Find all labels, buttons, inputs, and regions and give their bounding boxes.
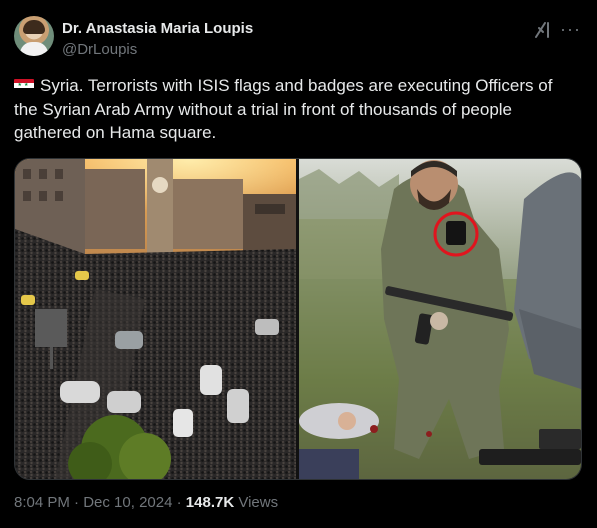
author-name[interactable]: Dr. Anastasia Maria Loupis	[62, 20, 253, 37]
avatar-hair	[23, 20, 45, 34]
tweet-text: Syria. Terrorists with ISIS flags and ba…	[14, 76, 553, 142]
tweet-body: ★★ Syria. Terrorists with ISIS flags and…	[14, 74, 579, 145]
author-handle[interactable]: @DrLoupis	[62, 41, 137, 58]
avatar-coat	[20, 42, 48, 56]
author-avatar[interactable]	[14, 16, 54, 56]
syria-flag-icon: ★★	[14, 79, 34, 92]
armed-fighter-with-badge-photo[interactable]	[299, 159, 581, 479]
crowd-in-square-photo[interactable]	[15, 159, 296, 479]
tweet-time[interactable]: 8:04 PM	[14, 494, 70, 511]
grok-icon[interactable]	[533, 20, 553, 40]
meta-separator: ·	[172, 494, 186, 511]
views-count[interactable]: 148.7K	[186, 494, 234, 511]
tweet-meta: 8:04 PM · Dec 10, 2024 · 148.7K Views	[14, 494, 278, 511]
views-label: Views	[234, 494, 279, 511]
more-options-icon[interactable]: ···	[560, 20, 582, 40]
media-grid[interactable]	[14, 158, 582, 480]
tweet-card[interactable]: Dr. Anastasia Maria Loupis @DrLoupis ···…	[0, 0, 597, 528]
tweet-date[interactable]: Dec 10, 2024	[83, 494, 172, 511]
meta-separator: ·	[69, 494, 84, 511]
